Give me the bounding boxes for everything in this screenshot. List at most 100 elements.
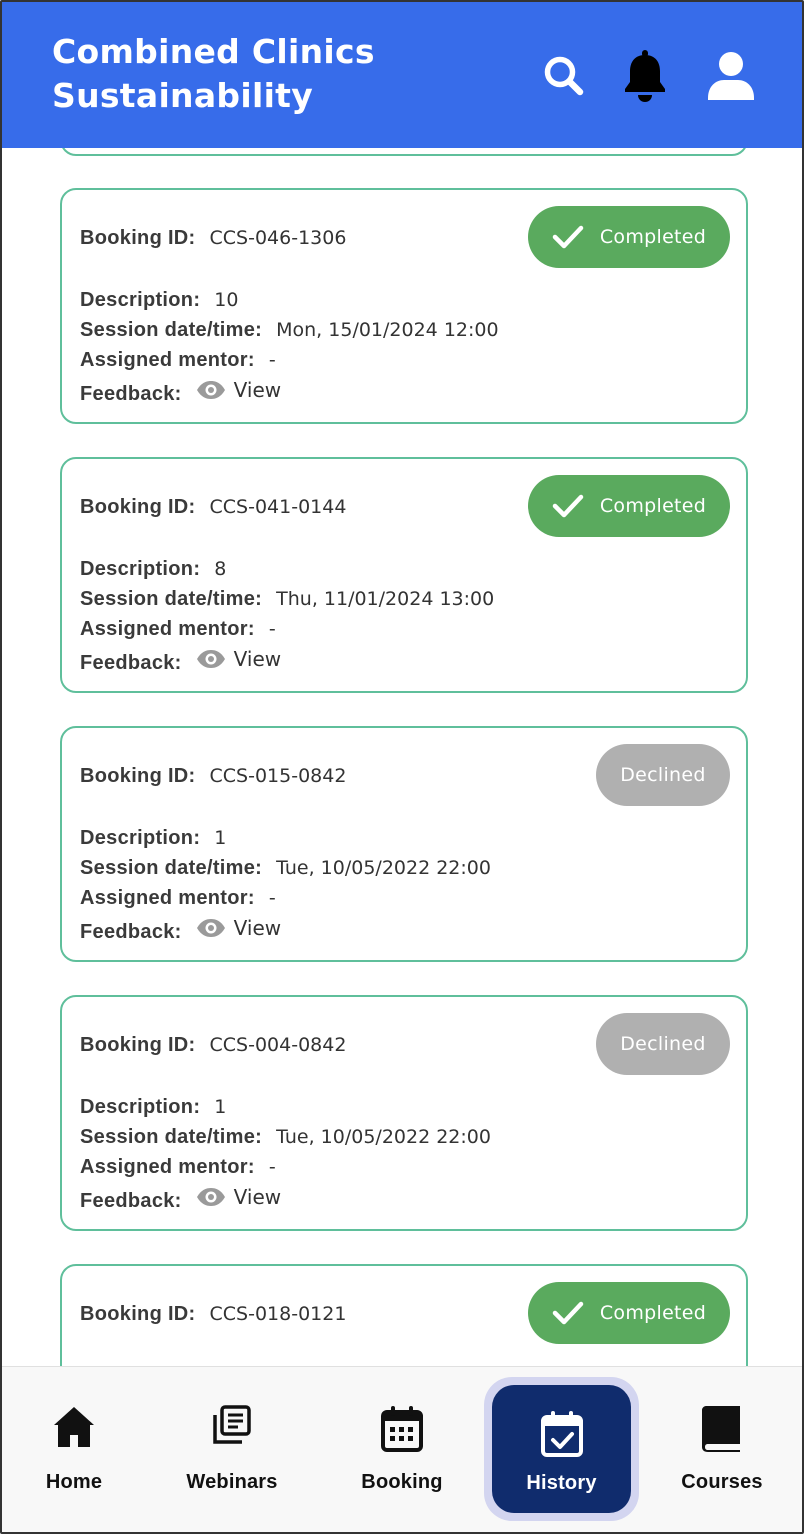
- description-label: Description:: [80, 1096, 201, 1118]
- description-row: Description: 10: [80, 287, 238, 313]
- status-badge: Completed: [528, 206, 730, 268]
- booking-id-label: Booking ID:: [80, 1303, 196, 1325]
- booking-id-value: CCS-004-0842: [209, 1034, 347, 1056]
- feedback-row: Feedback: View: [80, 915, 281, 945]
- calendar-check-icon: [540, 1411, 583, 1457]
- mentor-label: Assigned mentor:: [80, 618, 255, 640]
- mentor-value: -: [268, 349, 276, 371]
- status-label: Completed: [599, 226, 707, 248]
- app-frame: Combined Clinics Sustainability Booking …: [0, 0, 804, 1534]
- nav-webinars[interactable]: Webinars: [157, 1405, 307, 1505]
- nav-home[interactable]: Home: [2, 1405, 149, 1505]
- session-row: Session date/time: Thu, 11/01/2024 13:00: [80, 586, 494, 612]
- feedback-label: Feedback:: [80, 921, 182, 943]
- mentor-label: Assigned mentor:: [80, 887, 255, 909]
- booking-history-list[interactable]: Booking ID: CCS-046-1306 Completed Descri…: [2, 148, 802, 1366]
- booking-id-label: Booking ID:: [80, 765, 196, 787]
- session-label: Session date/time:: [80, 319, 263, 341]
- description-row: Description: 1: [80, 825, 226, 851]
- mentor-value: -: [268, 887, 276, 909]
- check-icon: [552, 493, 584, 519]
- booking-card: Booking ID: CCS-004-0842 Declined Descrip…: [60, 995, 748, 1231]
- description-label: Description:: [80, 289, 201, 311]
- mentor-value: -: [268, 1156, 276, 1178]
- mentor-row: Assigned mentor: -: [80, 347, 276, 373]
- nav-booking[interactable]: Booking: [327, 1405, 477, 1505]
- nav-history-highlight: History: [484, 1377, 639, 1521]
- booking-card: Booking ID: CCS-046-1306 Completed Descri…: [60, 188, 748, 424]
- booking-id-value: CCS-041-0144: [209, 496, 347, 518]
- mentor-label: Assigned mentor:: [80, 1156, 255, 1178]
- mentor-row: Assigned mentor: -: [80, 885, 276, 911]
- view-label: View: [233, 1185, 282, 1209]
- check-icon: [552, 1300, 584, 1326]
- webinars-icon: [213, 1405, 251, 1444]
- mentor-label: Assigned mentor:: [80, 349, 255, 371]
- profile-button[interactable]: [703, 48, 759, 104]
- session-value: Tue, 10/05/2022 22:00: [276, 857, 491, 879]
- session-label: Session date/time:: [80, 857, 263, 879]
- booking-id-value: CCS-015-0842: [209, 765, 347, 787]
- home-icon: [54, 1407, 94, 1447]
- session-value: Thu, 11/01/2024 13:00: [276, 588, 495, 610]
- feedback-row: Feedback: View: [80, 646, 281, 676]
- eye-icon: [196, 919, 225, 937]
- session-label: Session date/time:: [80, 588, 263, 610]
- calendar-icon: [381, 1406, 423, 1452]
- booking-id-value: CCS-018-0121: [209, 1303, 347, 1325]
- view-feedback-link[interactable]: View: [196, 915, 281, 941]
- booking-card: Booking ID: CCS-018-0121 Completed: [60, 1264, 748, 1366]
- booking-card: [60, 148, 748, 156]
- booking-id-value: CCS-046-1306: [209, 227, 347, 249]
- feedback-label: Feedback:: [80, 383, 182, 405]
- view-feedback-link[interactable]: View: [196, 377, 281, 403]
- eye-icon: [196, 381, 225, 399]
- app-title-line-1: Combined Clinics: [52, 32, 375, 71]
- view-label: View: [233, 916, 282, 940]
- check-icon: [552, 224, 584, 250]
- status-badge: Completed: [528, 1282, 730, 1344]
- notifications-button[interactable]: [617, 48, 673, 104]
- session-value: Mon, 15/01/2024 12:00: [276, 319, 499, 341]
- description-value: 1: [214, 1096, 227, 1118]
- book-icon: [702, 1406, 740, 1452]
- feedback-label: Feedback:: [80, 652, 182, 674]
- eye-icon: [196, 650, 225, 668]
- search-icon: [544, 56, 584, 96]
- mentor-row: Assigned mentor: -: [80, 1154, 276, 1180]
- nav-home-label: Home: [45, 1471, 103, 1493]
- session-label: Session date/time:: [80, 1126, 263, 1148]
- nav-courses-label: Courses: [681, 1471, 763, 1493]
- nav-courses[interactable]: Courses: [647, 1405, 797, 1505]
- bottom-navigation: Home Webinars Booking History Courses: [2, 1366, 802, 1532]
- description-value: 8: [214, 558, 227, 580]
- mentor-value: -: [268, 618, 276, 640]
- view-label: View: [233, 647, 282, 671]
- session-value: Tue, 10/05/2022 22:00: [276, 1126, 491, 1148]
- bell-icon: [625, 50, 665, 102]
- feedback-row: Feedback: View: [80, 377, 281, 407]
- booking-card: Booking ID: CCS-041-0144 Completed Descri…: [60, 457, 748, 693]
- status-label: Declined: [620, 764, 706, 786]
- view-feedback-link[interactable]: View: [196, 646, 281, 672]
- view-feedback-link[interactable]: View: [196, 1184, 281, 1210]
- nav-history-label: History: [526, 1472, 597, 1494]
- description-value: 1: [214, 827, 227, 849]
- booking-id-row: Booking ID: CCS-004-0842: [80, 1032, 346, 1058]
- search-button[interactable]: [536, 48, 592, 104]
- description-row: Description: 8: [80, 556, 226, 582]
- status-badge: Declined: [596, 744, 730, 806]
- status-badge: Declined: [596, 1013, 730, 1075]
- description-row: Description: 1: [80, 1094, 226, 1120]
- booking-id-label: Booking ID:: [80, 496, 196, 518]
- description-label: Description:: [80, 558, 201, 580]
- app-title-line-2: Sustainability: [52, 76, 314, 115]
- booking-card: Booking ID: CCS-015-0842 Declined Descrip…: [60, 726, 748, 962]
- nav-history[interactable]: History: [492, 1385, 631, 1513]
- status-badge: Completed: [528, 475, 730, 537]
- eye-icon: [196, 1188, 225, 1206]
- booking-id-row: Booking ID: CCS-015-0842: [80, 763, 346, 789]
- feedback-row: Feedback: View: [80, 1184, 281, 1214]
- booking-id-label: Booking ID:: [80, 227, 196, 249]
- app-header: Combined Clinics Sustainability: [2, 2, 802, 148]
